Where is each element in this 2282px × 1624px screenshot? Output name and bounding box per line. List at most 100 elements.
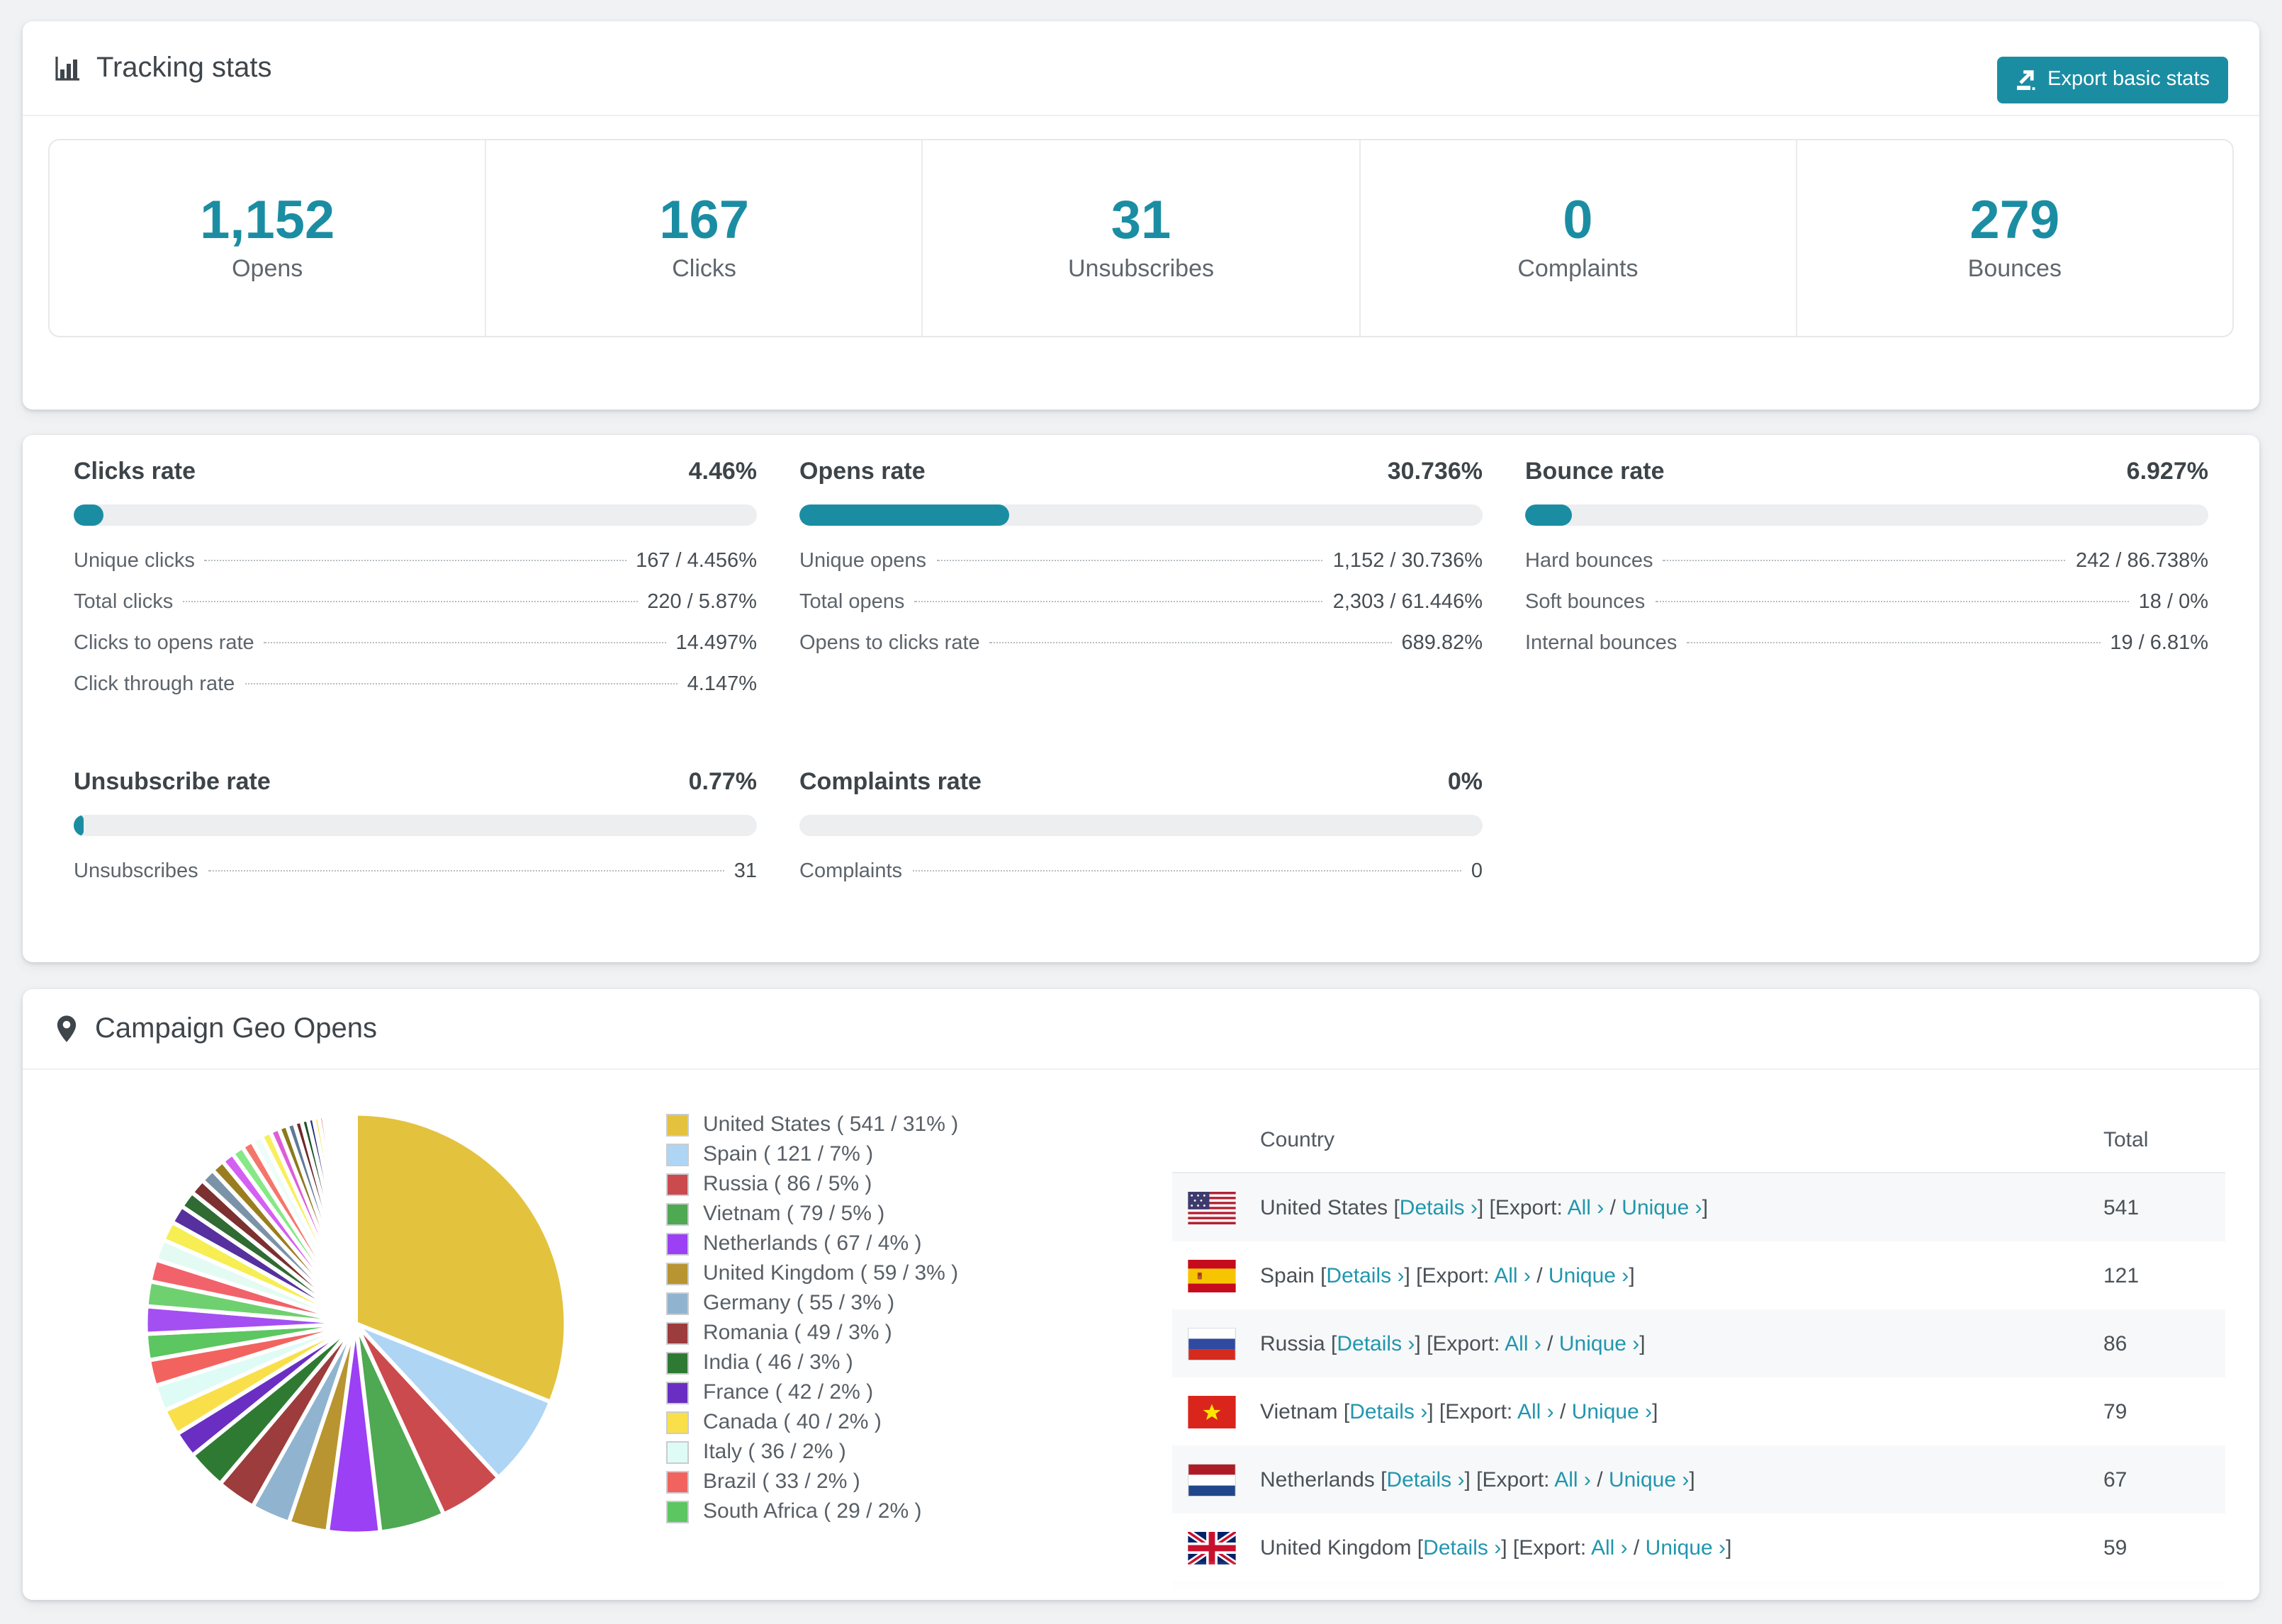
page: Tracking stats Export basic stats 1,152 O…	[0, 0, 2282, 1624]
detail-label: Total opens	[799, 591, 905, 614]
dotted-leader	[1663, 560, 2066, 561]
dotted-leader	[989, 642, 1392, 643]
stat-value: 31	[1111, 191, 1171, 251]
legend-item: Russia ( 86 / 5% )	[666, 1169, 1091, 1199]
legend-item: Germany ( 55 / 3% )	[666, 1288, 1091, 1318]
export-all-link[interactable]: All ›	[1505, 1331, 1541, 1355]
rate-value: 6.927%	[2126, 458, 2208, 485]
legend-swatch	[666, 1351, 689, 1374]
export-unique-link[interactable]: Unique ›	[1572, 1399, 1652, 1423]
detail-value: 4.147%	[687, 673, 757, 696]
stat-label: Complaints	[1517, 255, 1639, 283]
details-link[interactable]: Details ›	[1337, 1331, 1415, 1355]
export-unique-link[interactable]: Unique ›	[1559, 1331, 1639, 1355]
export-unique-link[interactable]: Unique ›	[1609, 1467, 1689, 1492]
detail-value: 689.82%	[1401, 632, 1483, 655]
rate-detail-row: Clicks to opens rate 14.497%	[74, 632, 757, 673]
legend-swatch	[666, 1262, 689, 1285]
detail-value: 31	[734, 860, 757, 883]
export-all-link[interactable]: All ›	[1494, 1263, 1531, 1287]
rate-panel-unsubscribe-rate: Unsubscribe rate 0.77% Unsubscribes 31	[74, 768, 757, 901]
stat-label: Unsubscribes	[1068, 255, 1214, 283]
legend-item: Romania ( 49 / 3% )	[666, 1318, 1091, 1348]
table-row: Netherlands [Details ›] [Export: All › /…	[1172, 1445, 2225, 1513]
flag-ru	[1188, 1327, 1236, 1360]
total-cell: 121	[2103, 1263, 2140, 1287]
geo-table-header: Country Total	[1172, 1107, 2225, 1173]
legend-item: Vietnam ( 79 / 5% )	[666, 1199, 1091, 1229]
dotted-leader	[936, 560, 1323, 561]
rate-panel-opens-rate: Opens rate 30.736% Unique opens 1,152 / 30.…	[799, 458, 1483, 714]
dotted-leader	[1655, 601, 2129, 602]
export-unique-link[interactable]: Unique ›	[1548, 1263, 1629, 1287]
flag-us	[1188, 1191, 1236, 1224]
dotted-leader	[183, 601, 638, 602]
legend-item: Brazil ( 33 / 2% )	[666, 1467, 1091, 1496]
table-row: Vietnam [Details ›] [Export: All › / Uni…	[1172, 1377, 2225, 1445]
rate-detail-row: Internal bounces 19 / 6.81%	[1525, 632, 2208, 673]
rates-card: Clicks rate 4.46% Unique clicks 167 / 4.456…	[23, 435, 2259, 962]
legend-label: United States ( 541 / 31% )	[703, 1112, 959, 1137]
legend-item: United Kingdom ( 59 / 3% )	[666, 1258, 1091, 1288]
stat-opens: 1,152 Opens	[50, 140, 485, 336]
detail-value: 0	[1471, 860, 1483, 883]
progress-bar-fill	[74, 504, 104, 526]
dotted-leader	[914, 601, 1323, 602]
detail-label: Soft bounces	[1525, 591, 1646, 614]
legend-label: United Kingdom ( 59 / 3% )	[703, 1261, 959, 1285]
details-link[interactable]: Details ›	[1400, 1195, 1478, 1219]
flag-vn	[1188, 1395, 1236, 1428]
export-all-link[interactable]: All ›	[1517, 1399, 1554, 1423]
progress-bar-fill	[74, 815, 84, 836]
detail-label: Opens to clicks rate	[799, 632, 980, 655]
table-row: Germany [Details ›] [Export: All › / Uni…	[1172, 1581, 2225, 1600]
rate-detail-rows: Unsubscribes 31	[74, 860, 757, 901]
export-all-link[interactable]: All ›	[1554, 1467, 1591, 1492]
legend-label: Italy ( 36 / 2% )	[703, 1440, 846, 1464]
detail-value: 18 / 0%	[2138, 591, 2208, 614]
export-unique-link[interactable]: Unique ›	[1646, 1535, 1726, 1560]
rate-detail-row: Complaints 0	[799, 860, 1483, 901]
stat-bounces: 279 Bounces	[1795, 140, 2232, 336]
legend-label: Netherlands ( 67 / 4% )	[703, 1231, 922, 1256]
rate-panel-bounce-rate: Bounce rate 6.927% Hard bounces 242 / 86.73…	[1525, 458, 2208, 714]
total-cell: 67	[2103, 1467, 2128, 1492]
table-row: United Kingdom [Details ›] [Export: All …	[1172, 1513, 2225, 1581]
rate-value: 0%	[1447, 768, 1483, 795]
progress-bar-fill	[1525, 504, 1573, 526]
total-cell: 59	[2103, 1535, 2128, 1560]
rate-detail-row: Unique clicks 167 / 4.456%	[74, 550, 757, 591]
rate-header: Complaints rate 0%	[799, 768, 1483, 796]
pie-legend: United States ( 541 / 31% ) Spain ( 121 /…	[666, 1110, 1091, 1526]
campaign-geo-opens-card: Campaign Geo Opens United States ( 541 /…	[23, 989, 2259, 1600]
flag-nl	[1188, 1463, 1236, 1496]
rate-detail-rows: Complaints 0	[799, 860, 1483, 901]
legend-label: Romania ( 49 / 3% )	[703, 1321, 892, 1345]
export-unique-link[interactable]: Unique ›	[1621, 1195, 1702, 1219]
legend-swatch	[666, 1470, 689, 1493]
details-link[interactable]: Details ›	[1423, 1535, 1501, 1560]
rate-detail-rows: Unique opens 1,152 / 30.736% Total opens 2,…	[799, 550, 1483, 673]
legend-swatch	[666, 1143, 689, 1166]
rate-detail-row: Hard bounces 242 / 86.738%	[1525, 550, 2208, 591]
legend-label: Brazil ( 33 / 2% )	[703, 1470, 860, 1494]
details-link[interactable]: Details ›	[1386, 1467, 1464, 1492]
export-all-link[interactable]: All ›	[1591, 1535, 1628, 1560]
country-cell: Vietnam [Details ›] [Export: All › / Uni…	[1260, 1399, 1658, 1423]
map-pin-icon	[57, 1015, 77, 1042]
legend-swatch	[666, 1292, 689, 1314]
export-basic-stats-button[interactable]: Export basic stats	[1996, 56, 2228, 103]
details-link[interactable]: Details ›	[1326, 1263, 1404, 1287]
export-all-link[interactable]: All ›	[1568, 1195, 1604, 1219]
progress-bar-fill	[799, 504, 1010, 526]
detail-value: 1,152 / 30.736%	[1332, 550, 1483, 573]
legend-item: Italy ( 36 / 2% )	[666, 1437, 1091, 1467]
geo-opens-table: Country Total United States [Details ›] [E…	[1172, 1107, 2225, 1600]
flag-gb	[1188, 1531, 1236, 1564]
rate-header: Opens rate 30.736%	[799, 458, 1483, 486]
legend-swatch	[666, 1411, 689, 1433]
legend-swatch	[666, 1381, 689, 1404]
dotted-leader	[1687, 642, 2101, 643]
details-link[interactable]: Details ›	[1349, 1399, 1427, 1423]
rate-header: Bounce rate 6.927%	[1525, 458, 2208, 486]
